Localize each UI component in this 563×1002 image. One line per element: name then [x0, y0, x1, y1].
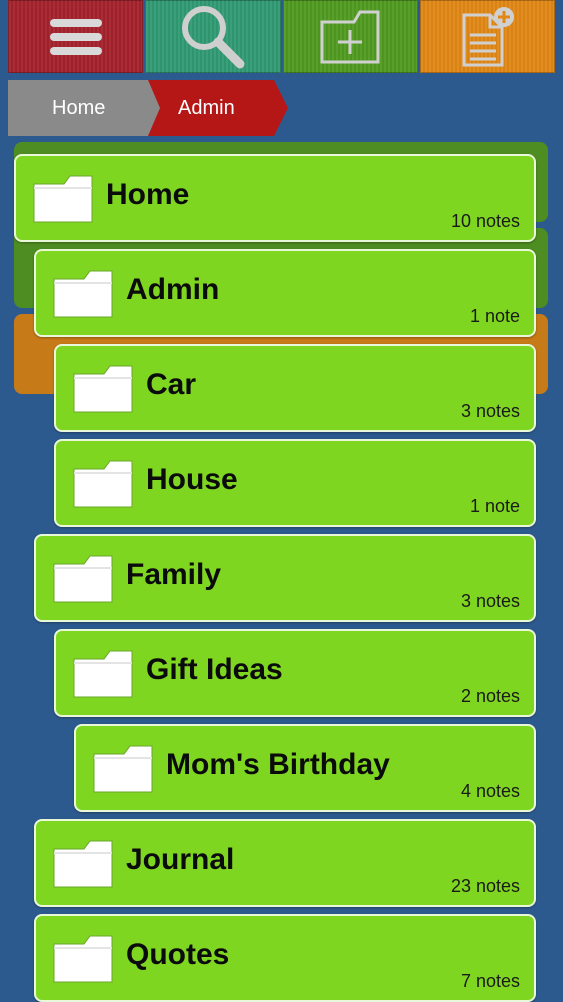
hamburger-menu-icon [49, 18, 102, 55]
folder-icon [53, 555, 113, 603]
folder-note-count: 4 notes [460, 781, 520, 801]
folder-name: Gift Ideas [146, 653, 283, 686]
breadcrumb: Home Admin [8, 80, 288, 136]
menu-button[interactable] [8, 0, 144, 73]
folder-row-gift-ideas[interactable]: Gift Ideas 2 notes [54, 629, 536, 717]
folder-row-quotes[interactable]: Quotes 7 notes [34, 914, 536, 1002]
breadcrumb-admin-label: Admin [178, 96, 235, 119]
folder-name: House [146, 463, 238, 496]
folder-row-journal[interactable]: Journal 23 notes [34, 819, 536, 907]
folder-name: Family [126, 558, 222, 591]
folder-note-count: 1 note [469, 306, 520, 326]
folder-row-home[interactable]: Home 10 notes [14, 154, 536, 242]
folder-icon [73, 650, 133, 698]
folder-row-family[interactable]: Family 3 notes [34, 534, 536, 622]
folder-name: Admin [126, 273, 220, 306]
breadcrumb-admin[interactable]: Admin [148, 80, 288, 136]
folder-note-count: 2 notes [460, 686, 520, 706]
magnifier-icon [181, 5, 245, 68]
search-button[interactable] [145, 0, 281, 73]
toolbar [8, 0, 555, 73]
folder-name: Car [146, 368, 197, 401]
folder-note-count: 10 notes [450, 211, 520, 231]
folder-icon [53, 935, 113, 983]
folder-note-count: 7 notes [460, 971, 520, 991]
folder-name: Journal [126, 843, 235, 876]
folder-icon [53, 270, 113, 318]
folder-note-count: 23 notes [450, 876, 520, 896]
folder-row-admin[interactable]: Admin 1 note [34, 249, 536, 337]
new-note-button[interactable] [419, 0, 555, 73]
folder-plus-icon [320, 10, 380, 63]
new-folder-button[interactable] [282, 0, 418, 73]
folder-icon [33, 175, 93, 223]
folder-row-moms-birthday[interactable]: Mom's Birthday 4 notes [74, 724, 536, 812]
folder-note-count: 3 notes [460, 401, 520, 421]
folder-icon [53, 840, 113, 888]
folder-icon [73, 365, 133, 413]
breadcrumb-home[interactable]: Home [8, 80, 168, 136]
folder-note-count: 3 notes [460, 591, 520, 611]
folder-name: Home [106, 178, 190, 211]
folder-note-count: 1 note [469, 496, 520, 516]
folder-row-house[interactable]: House 1 note [54, 439, 536, 527]
folder-name: Quotes [126, 938, 230, 971]
folder-name: Mom's Birthday [166, 748, 390, 781]
breadcrumb-home-label: Home [52, 96, 106, 119]
folder-icon [93, 745, 153, 793]
folder-row-car[interactable]: Car 3 notes [54, 344, 536, 432]
folder-icon [73, 460, 133, 508]
note-plus-icon [462, 6, 515, 66]
